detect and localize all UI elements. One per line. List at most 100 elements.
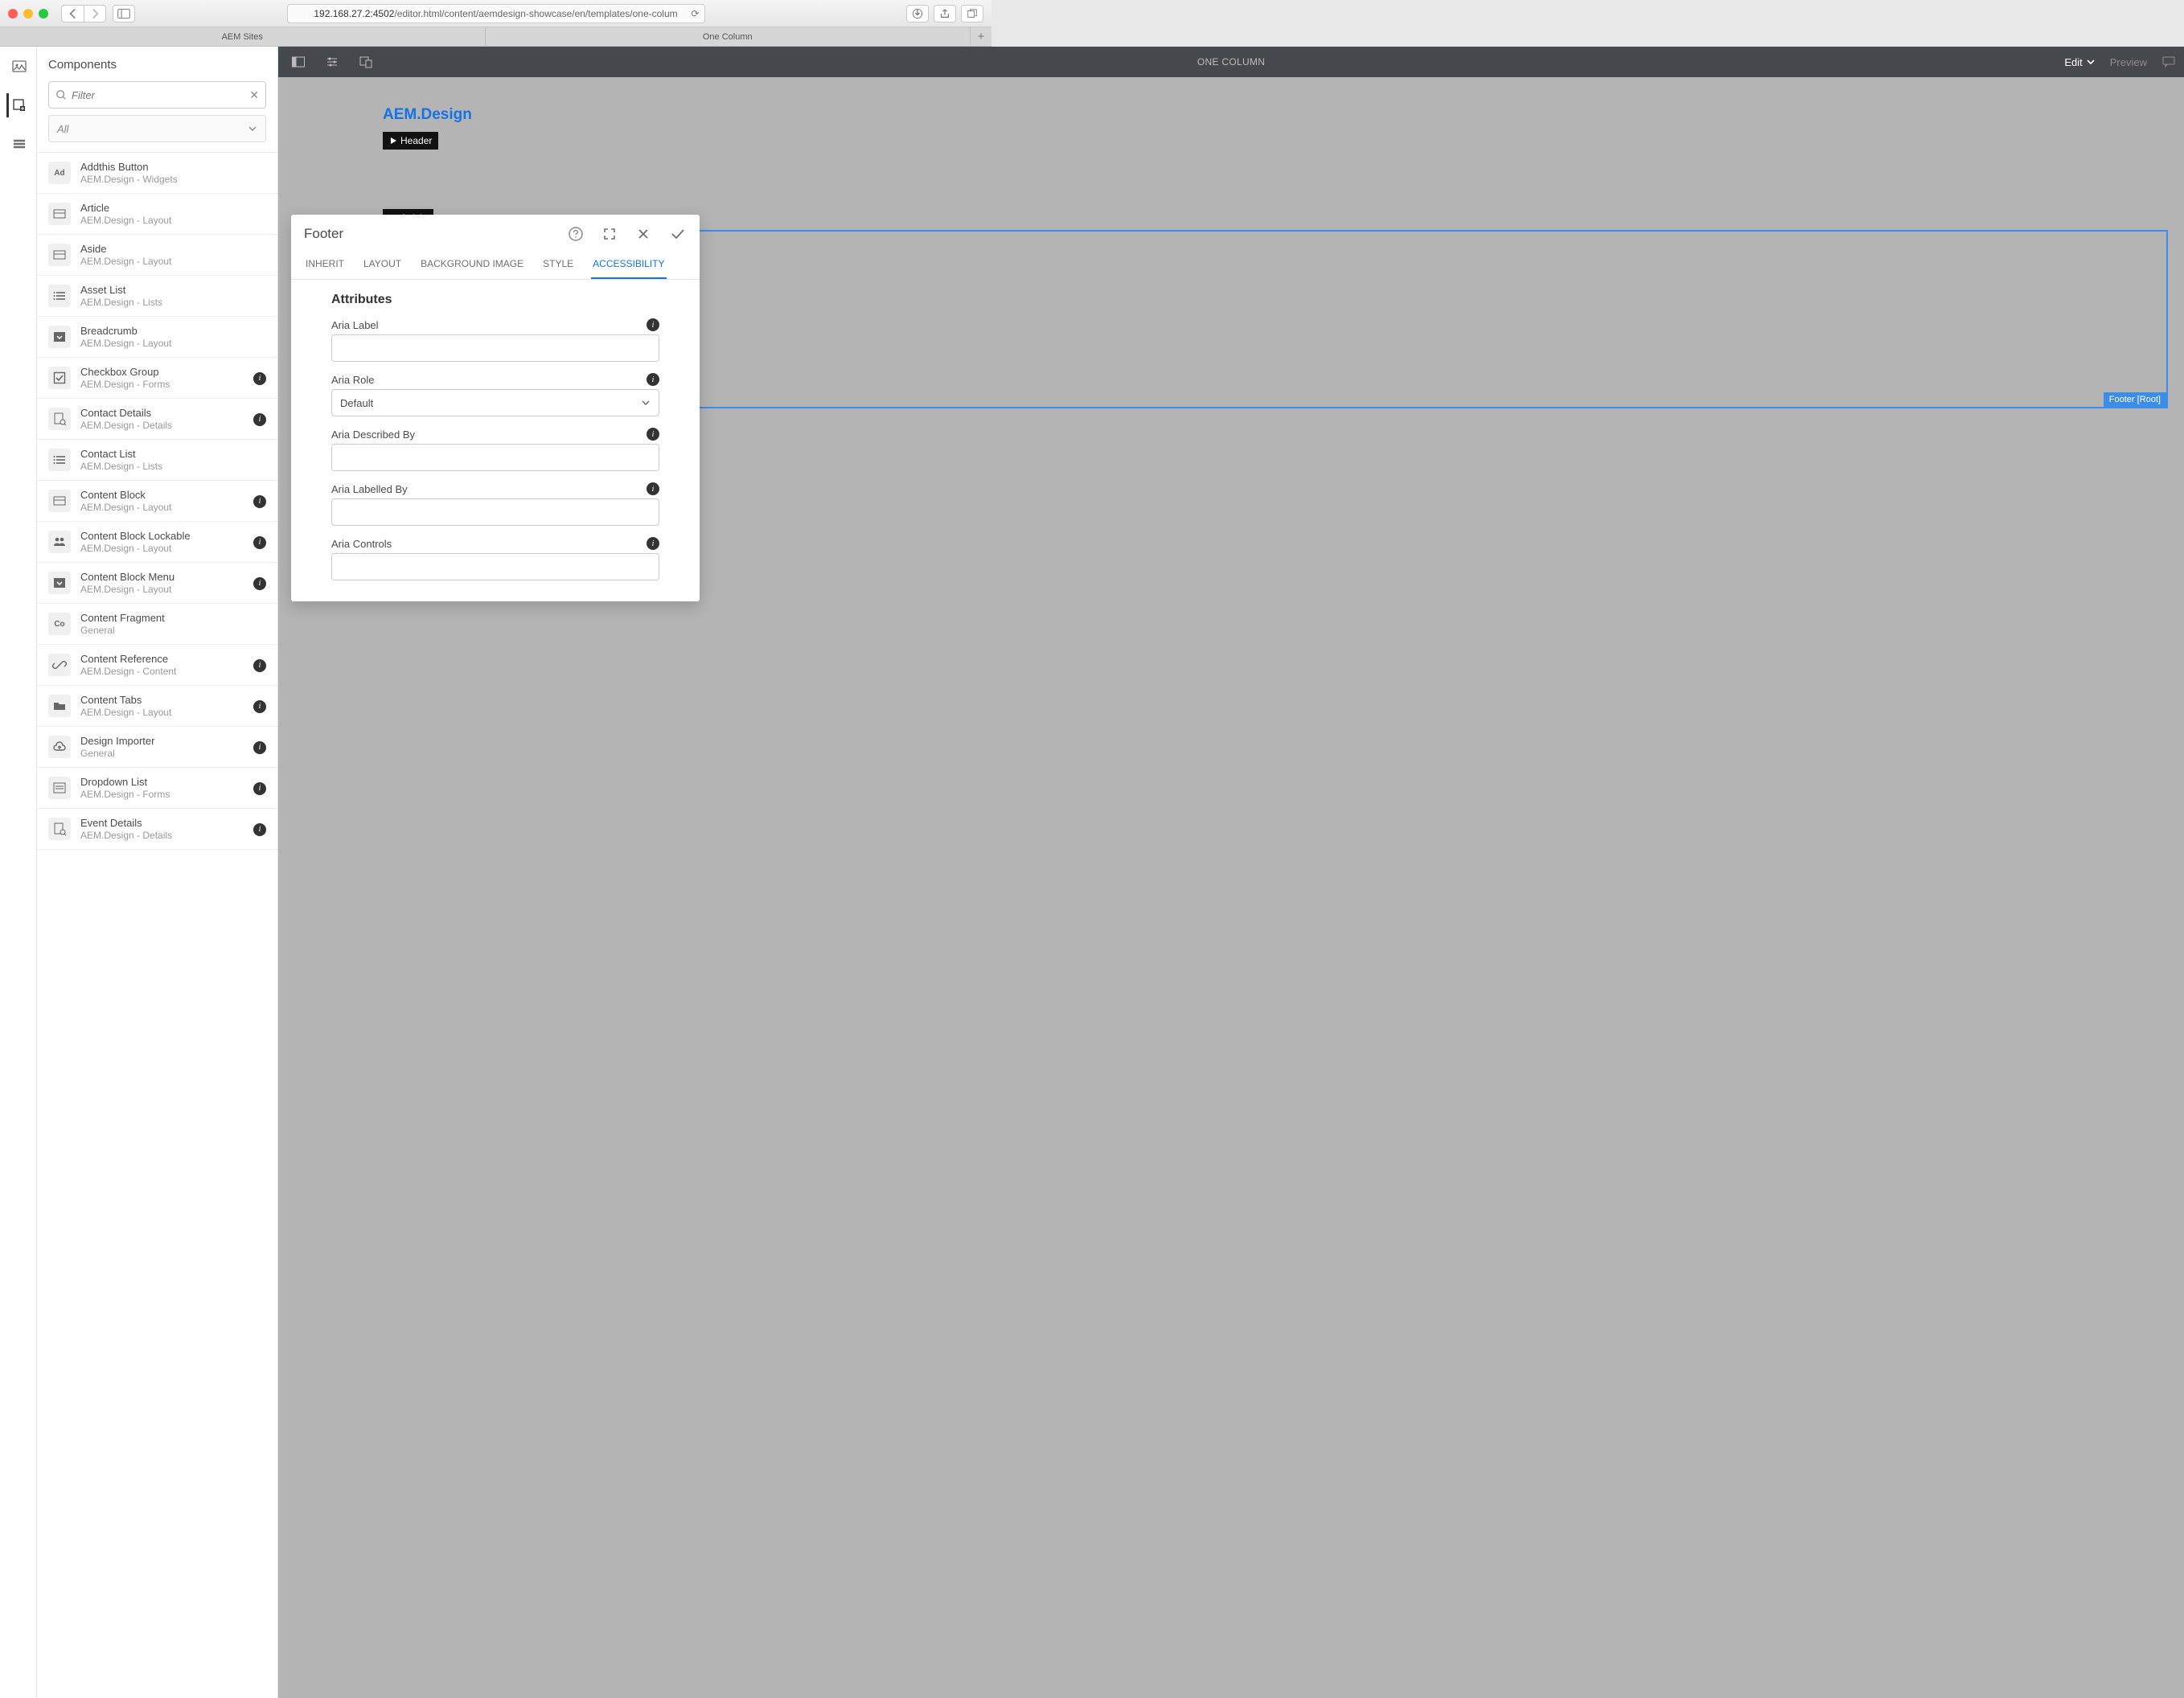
download-icon: [912, 8, 923, 19]
field-info-button[interactable]: i: [647, 318, 659, 331]
panel-left-icon: [291, 55, 306, 69]
component-item[interactable]: AdAddthis ButtonAEM.Design - Widgets: [37, 153, 277, 194]
aria-labelled-by-input[interactable]: [331, 498, 659, 526]
check-icon: [669, 226, 687, 242]
browser-tab-strip: AEM Sites One Column +: [0, 27, 991, 47]
dialog-cancel-button[interactable]: [635, 226, 651, 242]
share-button[interactable]: [934, 5, 956, 23]
aria-described-by-input[interactable]: [331, 444, 659, 471]
sidebar-toggle-button[interactable]: [113, 5, 135, 23]
field-info-button[interactable]: i: [647, 373, 659, 386]
dialog-submit-button[interactable]: [669, 226, 687, 242]
downloads-button[interactable]: [906, 5, 929, 23]
rail-assets-button[interactable]: [6, 55, 31, 79]
mode-edit-button[interactable]: Edit: [2064, 56, 2095, 68]
field-info-button[interactable]: i: [647, 537, 659, 550]
aria-label-input[interactable]: [331, 334, 659, 362]
component-info-button[interactable]: i: [253, 699, 266, 713]
component-item[interactable]: Checkbox GroupAEM.Design - Forms i: [37, 358, 277, 399]
header-placeholder-badge[interactable]: Header: [383, 132, 438, 150]
page-info-button[interactable]: [315, 47, 349, 77]
browser-tab[interactable]: AEM Sites: [0, 27, 486, 46]
component-list[interactable]: AdAddthis ButtonAEM.Design - WidgetsArti…: [37, 153, 277, 1698]
dialog-tab-style[interactable]: STYLE: [541, 250, 575, 279]
component-item[interactable]: Content BlockAEM.Design - Layouti: [37, 481, 277, 522]
info-icon: i: [253, 495, 266, 508]
comment-icon: [2161, 55, 2176, 69]
component-item[interactable]: Content ReferenceAEM.Design - Contenti: [37, 645, 277, 686]
aria-controls-input[interactable]: [331, 553, 659, 580]
component-item[interactable]: Contact ListAEM.Design - Lists: [37, 440, 277, 481]
clear-filter-button[interactable]: ✕: [249, 88, 259, 102]
brand-link[interactable]: AEM.Design: [383, 106, 472, 124]
browser-tab[interactable]: One Column: [486, 27, 971, 46]
component-item[interactable]: Event DetailsAEM.Design - Details i: [37, 809, 277, 850]
component-item[interactable]: Content Block LockableAEM.Design - Layou…: [37, 522, 277, 563]
rail-tree-button[interactable]: [6, 132, 31, 156]
filter-input[interactable]: [67, 89, 249, 101]
component-group: AEM.Design - Layout: [80, 502, 244, 513]
mode-preview-button[interactable]: Preview: [2110, 56, 2147, 68]
dialog-title: Footer: [304, 226, 568, 242]
component-item[interactable]: AsideAEM.Design - Layout: [37, 235, 277, 276]
new-tab-button[interactable]: +: [971, 27, 991, 46]
component-info-button[interactable]: i: [253, 371, 266, 385]
address-bar[interactable]: 192.168.27.2:4502/editor.html/content/ae…: [287, 4, 705, 23]
component-info-button[interactable]: i: [253, 822, 266, 836]
field-info-button[interactable]: i: [647, 482, 659, 495]
component-info-button[interactable]: i: [253, 740, 266, 754]
reload-button[interactable]: ⟳: [691, 8, 699, 19]
layers-icon: [11, 136, 27, 152]
component-text: Content TabsAEM.Design - Layout: [80, 694, 244, 718]
component-icon: [48, 285, 71, 307]
back-button[interactable]: [61, 5, 84, 23]
window-minimize-button[interactable]: [23, 9, 33, 18]
window-close-button[interactable]: [8, 9, 18, 18]
component-info-button[interactable]: i: [253, 494, 266, 508]
component-item[interactable]: BreadcrumbAEM.Design - Layout: [37, 317, 277, 358]
rail-components-button[interactable]: [6, 93, 31, 117]
chevron-down-icon: [641, 398, 651, 408]
field-label: Aria Described By: [331, 429, 415, 441]
component-item[interactable]: Content Block MenuAEM.Design - Layouti: [37, 563, 277, 604]
aria-role-select[interactable]: Default: [331, 389, 659, 416]
category-dropdown[interactable]: All: [48, 115, 266, 142]
component-info-button[interactable]: i: [253, 535, 266, 549]
tabs-button[interactable]: [961, 5, 983, 23]
url-host: 192.168.27.2:4502: [314, 8, 394, 19]
component-info-button[interactable]: i: [253, 576, 266, 590]
component-group: AEM.Design - Layout: [80, 707, 244, 718]
emulator-button[interactable]: [349, 47, 383, 77]
component-item[interactable]: Design ImporterGenerali: [37, 727, 277, 768]
component-icon: [48, 203, 71, 225]
component-item[interactable]: Contact DetailsAEM.Design - Detailsi: [37, 399, 277, 440]
dialog-tab-layout[interactable]: LAYOUT: [362, 250, 403, 279]
field-info-button[interactable]: i: [647, 428, 659, 441]
toggle-side-panel-button[interactable]: [281, 47, 315, 77]
info-icon: i: [253, 577, 266, 590]
dialog-tab-accessibility[interactable]: ACCESSIBILITY: [591, 250, 666, 279]
filter-box: ✕: [48, 81, 266, 109]
dialog-tab-inherit[interactable]: INHERIT: [304, 250, 346, 279]
info-icon: i: [253, 823, 266, 836]
dialog-help-button[interactable]: [568, 226, 584, 242]
component-info-button[interactable]: i: [253, 658, 266, 672]
component-info-button[interactable]: i: [253, 412, 266, 426]
component-icon: [48, 244, 71, 266]
component-info-button[interactable]: i: [253, 781, 266, 795]
component-item[interactable]: ArticleAEM.Design - Layout: [37, 194, 277, 235]
component-text: Event DetailsAEM.Design - Details: [80, 817, 244, 841]
forward-button[interactable]: [84, 5, 106, 23]
info-icon: i: [253, 782, 266, 795]
dialog-tab-background-image[interactable]: BACKGROUND IMAGE: [419, 250, 525, 279]
annotations-button[interactable]: [2161, 55, 2176, 69]
component-item[interactable]: Content TabsAEM.Design - Layout i: [37, 686, 277, 727]
component-group: AEM.Design - Forms: [80, 379, 244, 390]
dialog-fullscreen-button[interactable]: [601, 226, 618, 242]
window-maximize-button[interactable]: [39, 9, 48, 18]
component-item[interactable]: CoContent FragmentGeneral: [37, 604, 277, 645]
component-group: AEM.Design - Content: [80, 666, 244, 677]
component-item[interactable]: Dropdown ListAEM.Design - Formsi: [37, 768, 277, 809]
component-item[interactable]: Asset ListAEM.Design - Lists: [37, 276, 277, 317]
component-text: Checkbox GroupAEM.Design - Forms: [80, 366, 244, 390]
